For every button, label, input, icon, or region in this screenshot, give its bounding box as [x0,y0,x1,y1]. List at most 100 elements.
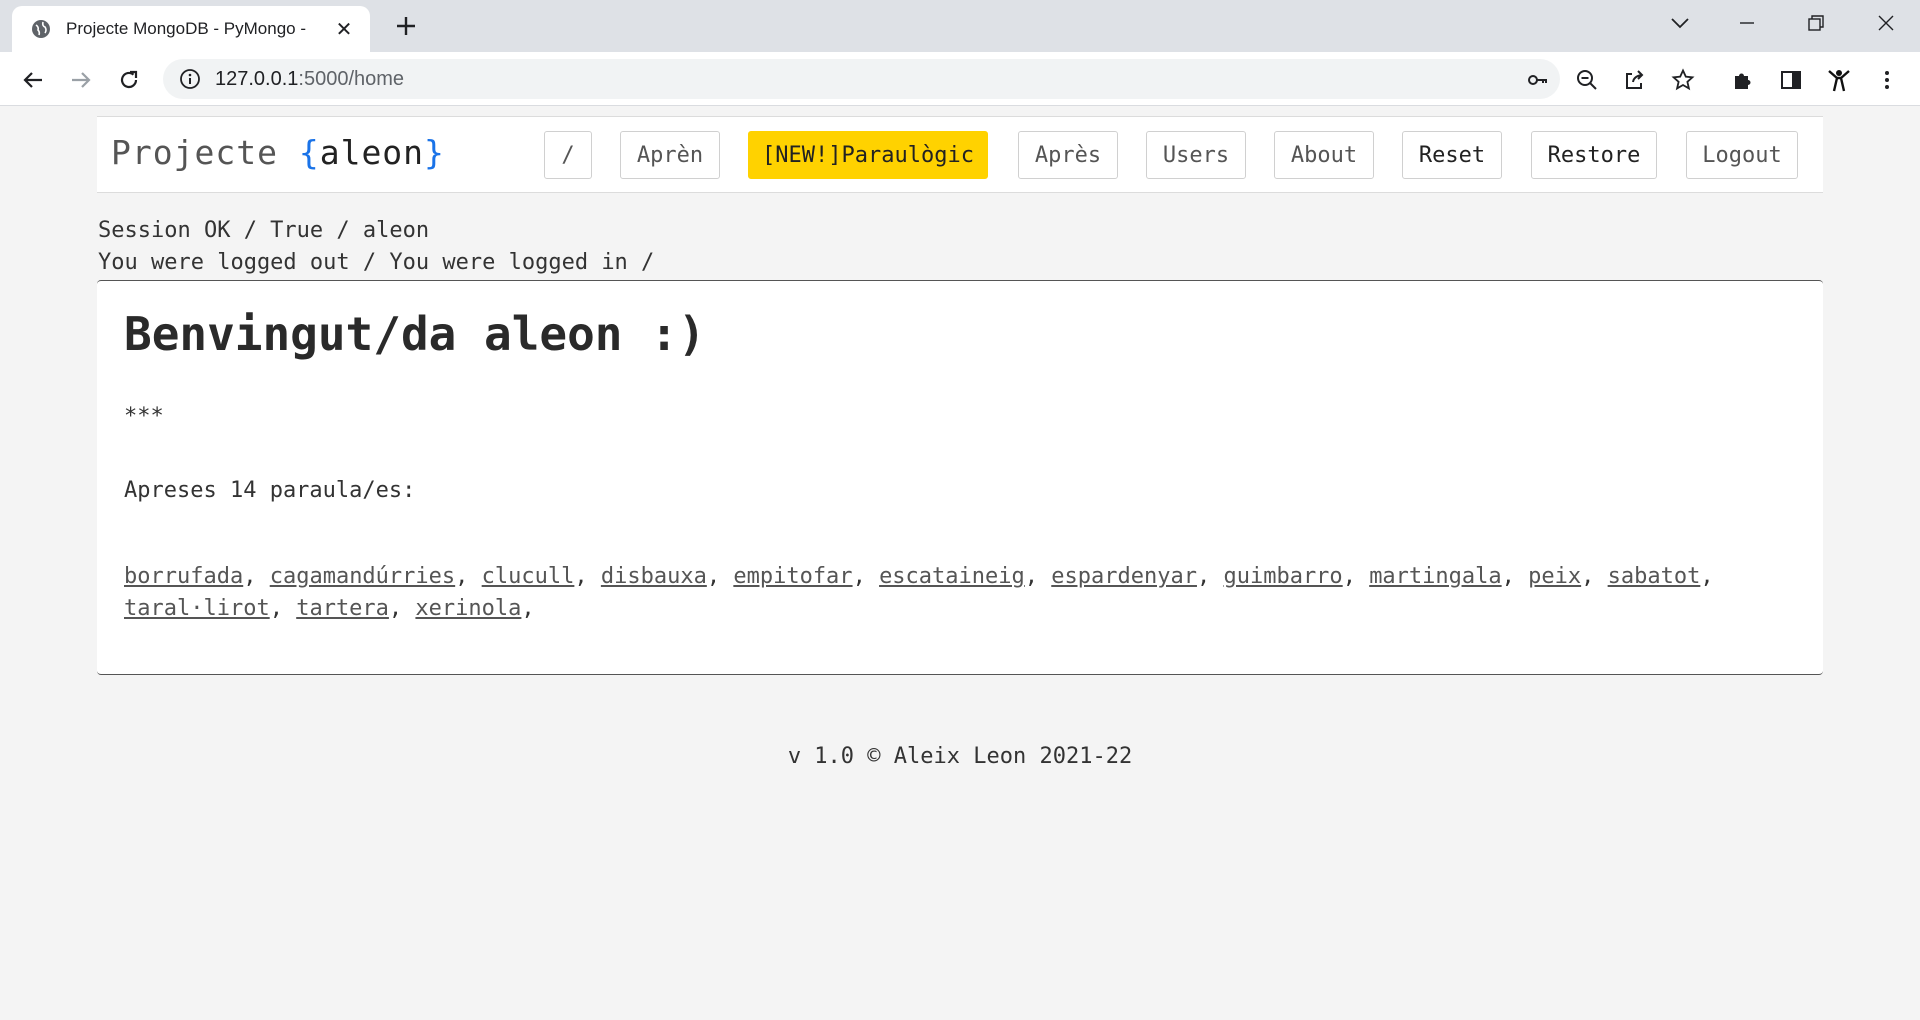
nav-apren[interactable]: Aprèn [620,131,720,179]
nav-restore[interactable]: Restore [1531,131,1657,179]
share-button[interactable] [1622,67,1648,93]
browser-toolbar: 127.0.0.1:5000/home [0,52,1920,106]
star-icon [1671,68,1695,91]
puzzle-icon [1735,73,1751,89]
forward-button[interactable] [64,63,98,97]
word-separator: , [455,564,469,589]
word-item: guimbarro, [1223,564,1369,589]
word-separator: , [574,564,588,589]
separator-stars: *** [124,404,164,429]
word-separator: , [852,564,866,589]
minimize-button[interactable] [1727,8,1767,38]
restore-button[interactable] [1796,8,1836,38]
url-host: 127.0.0.1 [215,67,299,90]
word-link[interactable]: borrufada [124,564,243,589]
word-link[interactable]: disbauxa [601,564,707,589]
arrow-left-icon [23,72,42,88]
url-path: :5000/home [298,67,405,90]
restore-icon [1808,15,1824,31]
address-bar[interactable]: 127.0.0.1:5000/home [163,59,1560,99]
nav-logout[interactable]: Logout [1686,131,1798,179]
profile-button[interactable] [1826,67,1852,93]
word-link[interactable]: xerinola [415,596,521,621]
session-info: Session OK / True / aleon You were logge… [98,215,654,279]
minimize-icon [1740,22,1754,24]
word-link[interactable]: tartera [296,596,389,621]
browser-tab[interactable]: Projecte MongoDB - PyMongo - ✕ [12,6,370,52]
nav-about[interactable]: About [1274,131,1374,179]
word-separator: , [1581,564,1595,589]
word-separator: , [521,596,535,621]
side-panel-icon [1781,71,1801,89]
page-title: Benvingut/da aleon :) [124,307,706,361]
close-tab-icon[interactable]: ✕ [332,17,356,41]
new-tab-button[interactable] [390,10,422,42]
reload-button[interactable] [112,63,146,97]
browser-tab-bar: Projecte MongoDB - PyMongo - ✕ [0,0,1920,52]
arrow-right-icon [72,72,91,88]
word-separator: , [1196,564,1211,589]
tab-search-button[interactable] [1660,8,1700,38]
word-item: peix, [1528,564,1607,589]
word-item: espardenyar, [1051,564,1223,589]
bookmark-button[interactable] [1670,67,1696,93]
word-link[interactable]: empitofar [733,564,852,589]
nav-home[interactable]: / [544,131,592,179]
plus-icon [397,17,415,35]
key-icon[interactable] [1526,68,1550,92]
close-window-button[interactable] [1866,8,1906,38]
word-link[interactable]: clucull [482,564,575,589]
word-item: xerinola, [415,596,534,621]
brand-logo[interactable]: Projecte {aleon} [111,133,445,172]
word-item: borrufada, [124,564,270,589]
word-list: borrufada, cagamandúrries, clucull, disb… [124,561,1724,625]
url-text: 127.0.0.1:5000/home [215,68,404,91]
brand-name: Projecte [111,133,278,172]
word-separator: , [269,596,283,621]
word-item: clucull, [482,564,601,589]
reload-icon [120,70,138,89]
nav-users[interactable]: Users [1146,131,1246,179]
globe-icon [32,20,50,38]
word-item: martingala, [1369,564,1528,589]
brand-close-brace: } [424,133,445,172]
brand-user: aleon [319,133,425,172]
word-separator: , [1700,564,1714,589]
word-link[interactable]: sabatot [1608,564,1701,589]
word-link[interactable]: espardenyar [1051,564,1197,589]
word-separator: , [706,564,721,589]
word-separator: , [243,564,257,589]
nav-paraulogic[interactable]: [NEW!]Paraulògic [748,131,988,179]
side-panel-button[interactable] [1778,67,1804,93]
word-link[interactable]: taral·lirot [124,596,270,621]
main-card: Benvingut/da aleon :) *** Apreses 14 par… [97,280,1823,675]
extensions-button[interactable] [1730,67,1756,93]
brand-open-brace: { [298,133,320,172]
nav-reset[interactable]: Reset [1402,131,1502,179]
word-item: empitofar, [733,564,879,589]
word-item: cagamandúrries, [270,564,482,589]
word-link[interactable]: martingala [1369,564,1501,589]
word-link[interactable]: peix [1528,564,1581,589]
word-item: escataineig, [879,564,1051,589]
share-icon [1626,70,1644,89]
browser-menu-button[interactable] [1874,67,1900,93]
info-icon[interactable] [179,68,201,90]
word-separator: , [1024,564,1039,589]
chevron-down-icon [1671,18,1689,29]
session-status: Session OK / True / aleon [98,218,430,243]
site-navbar: Projecte {aleon} / Aprèn [NEW!]Paraulògi… [97,116,1823,193]
word-separator: , [1501,564,1515,589]
footer: v 1.0 © Aleix Leon 2021-22 [787,744,1133,769]
word-item: disbauxa, [601,564,733,589]
word-item: tartera, [296,596,415,621]
nav-apres[interactable]: Après [1018,131,1118,179]
tab-title: Projecte MongoDB - PyMongo - [66,19,306,38]
word-link[interactable]: cagamandúrries [270,564,455,589]
zoom-button[interactable] [1574,67,1600,93]
back-button[interactable] [16,63,50,97]
learned-summary: Apreses 14 paraula/es: [124,478,416,503]
word-link[interactable]: escataineig [879,564,1025,589]
word-link[interactable]: guimbarro [1223,564,1342,589]
zoom-out-icon [1577,70,1597,90]
